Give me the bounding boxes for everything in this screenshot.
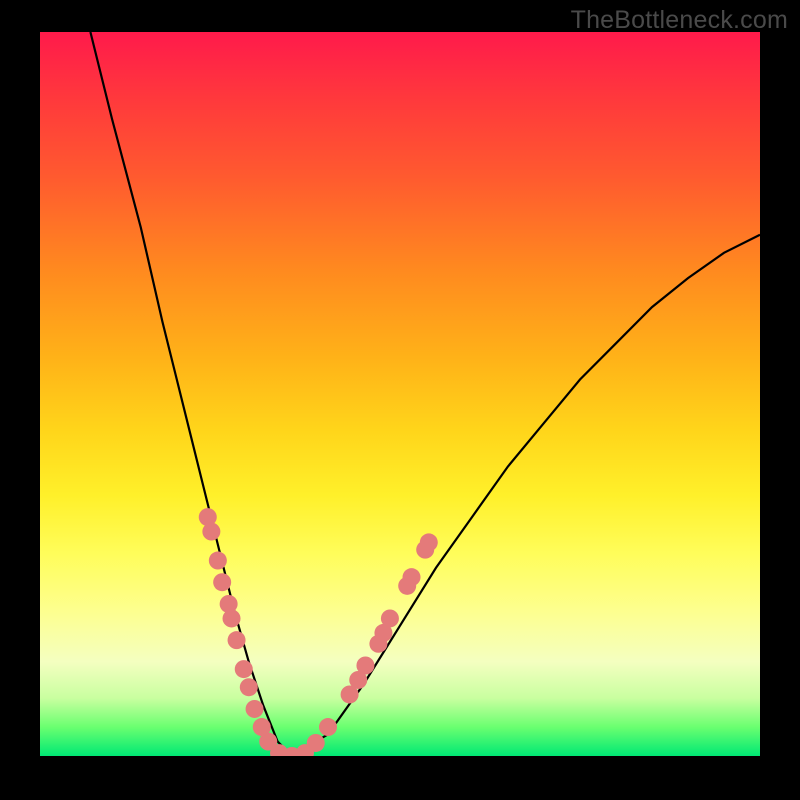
marker-layer	[199, 508, 438, 756]
data-marker	[235, 660, 253, 678]
data-marker	[209, 552, 227, 570]
data-marker	[319, 718, 337, 736]
data-marker	[420, 533, 438, 551]
data-marker	[202, 523, 220, 541]
watermark-text: TheBottleneck.com	[571, 6, 788, 35]
data-marker	[381, 609, 399, 627]
data-marker	[223, 609, 241, 627]
data-marker	[403, 568, 421, 586]
bottleneck-curve	[90, 32, 760, 756]
plot-area	[40, 32, 760, 756]
data-marker	[356, 657, 374, 675]
data-marker	[307, 734, 325, 752]
data-marker	[240, 678, 258, 696]
chart-svg	[40, 32, 760, 756]
chart-frame: TheBottleneck.com	[0, 0, 800, 800]
data-marker	[228, 631, 246, 649]
data-marker	[213, 573, 231, 591]
data-marker	[246, 700, 264, 718]
